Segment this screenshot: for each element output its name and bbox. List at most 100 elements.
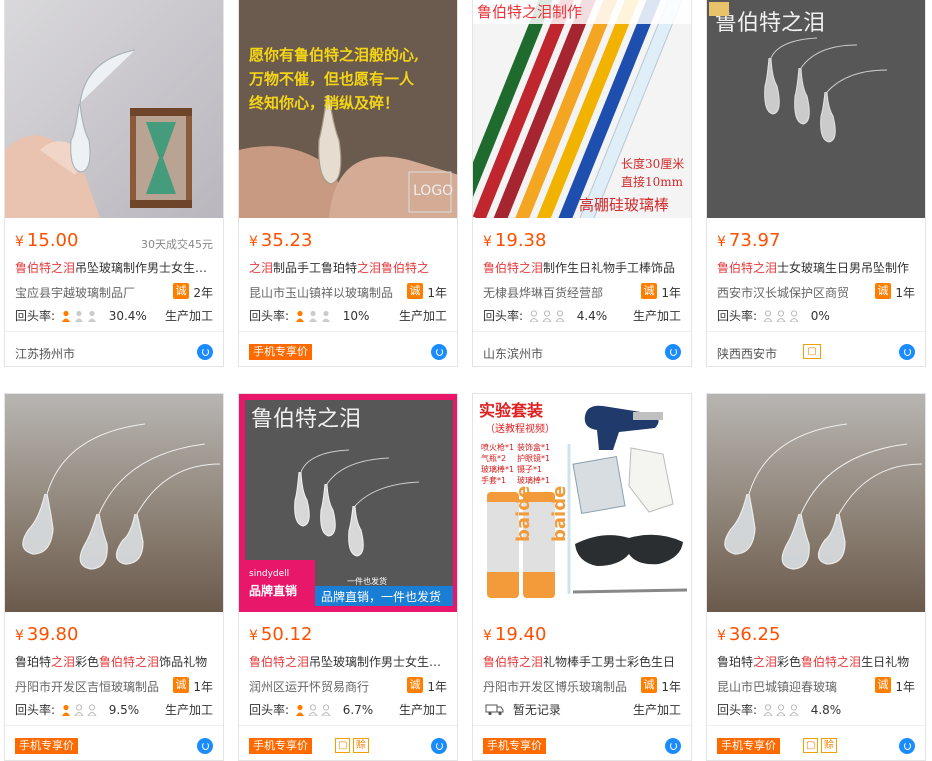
currency-symbol: ¥ xyxy=(483,628,492,644)
wangwang-chat-icon[interactable] xyxy=(197,344,213,360)
title-text: 士女玻璃生日男吊坠制作 xyxy=(777,261,910,275)
title-keyword: 鲁伯特之泪 xyxy=(99,655,160,669)
product-card[interactable]: 愿你有鲁伯特之泪般的心, 万物不催，但也愿有一人 终知你心，稍纵及碎！ LOGO… xyxy=(238,0,458,367)
repurchase-level-icon xyxy=(763,704,799,716)
image-subtitle: 高硼硅玻璃棒 xyxy=(579,196,669,214)
repurchase-level-icon xyxy=(295,704,331,716)
mobile-exclusive-badge: 手机专享价 xyxy=(15,738,78,754)
product-title[interactable]: 鲁伯特之泪礼物棒手工男士彩色生日 xyxy=(483,654,683,670)
image-title: 实验套装 xyxy=(479,401,543,420)
divider xyxy=(239,331,457,332)
logo-watermark: LOGO xyxy=(413,183,453,199)
service-type: 生产加工 xyxy=(632,703,681,717)
shield-badge-icon: ▢ xyxy=(335,738,351,753)
service-type: 生产加工 xyxy=(398,309,447,323)
product-image[interactable]: 鲁伯特之泪 sindydell 品牌直销 品牌直销，一件也发货 一件也发货 xyxy=(239,394,457,612)
title-text: 吊坠玻璃制作男士女生礼物 xyxy=(75,261,215,275)
image-subtitle: （送教程视频） xyxy=(485,422,555,435)
title-text: 吊坠玻璃制作男士女生礼物 xyxy=(309,655,449,669)
product-title[interactable]: 之泪制品手工鲁珀特之泪鲁伯特之 xyxy=(249,260,449,276)
product-title[interactable]: 鲁伯特之泪士女玻璃生日男吊坠制作 xyxy=(717,260,917,276)
rate-value: 4.4% xyxy=(576,309,608,323)
title-keyword: 鲁伯特之泪 xyxy=(483,261,544,275)
product-title[interactable]: 鲁伯特之泪吊坠玻璃制作男士女生礼物 xyxy=(15,260,215,276)
currency-symbol: ¥ xyxy=(15,234,24,250)
title-text: 礼物棒手工男士彩色生日 xyxy=(543,655,676,669)
rate-value: 4.8% xyxy=(810,703,842,717)
product-image[interactable] xyxy=(5,394,223,612)
kit-item: 装饰盒*1 xyxy=(517,442,550,452)
wangwang-chat-icon[interactable] xyxy=(665,344,681,360)
brand-slogan: 品牌直销，一件也发货 xyxy=(321,589,441,604)
divider xyxy=(5,725,223,726)
shop-name[interactable]: 丹阳市开发区博乐玻璃制品 xyxy=(483,678,643,695)
product-card[interactable]: 鲁伯特之泪 sindydell 品牌直销 品牌直销，一件也发货 一件也发货 ¥5… xyxy=(238,393,458,761)
title-text: 生日礼物 xyxy=(861,655,910,669)
product-card[interactable]: ¥39.80 鲁珀特之泪彩色鲁伯特之泪饰品礼物 丹阳市开发区吉恒玻璃制品 诚 1… xyxy=(4,393,224,761)
product-title[interactable]: 鲁伯特之泪制作生日礼物手工棒饰品 xyxy=(483,260,683,276)
chengxin-icon: 诚 xyxy=(173,677,189,693)
divider xyxy=(707,725,925,726)
currency-symbol: ¥ xyxy=(249,628,258,644)
wangwang-chat-icon[interactable] xyxy=(899,738,915,754)
member-years: 1年 xyxy=(895,286,915,300)
shield-badge-icon: ▢ xyxy=(803,738,819,753)
kit-item: 气瓶*2 xyxy=(481,453,506,463)
repurchase-rate: 回头率: 30.4% xyxy=(15,307,147,324)
product-card[interactable]: 实验套装 （送教程视频） 喷火枪*1 装饰盒*1 气瓶*2 护眼镜*1 玻璃棒*… xyxy=(472,393,692,761)
title-keyword: 鲁伯特之泪 xyxy=(801,655,862,669)
chengxin-icon: 诚 xyxy=(875,677,891,693)
product-image[interactable] xyxy=(5,0,223,218)
shop-name[interactable]: 润州区运开怀贸易商行 xyxy=(249,678,409,695)
chengxin-icon: 诚 xyxy=(641,677,657,693)
product-image[interactable]: 愿你有鲁伯特之泪般的心, 万物不催，但也愿有一人 终知你心，稍纵及碎！ LOGO xyxy=(239,0,457,218)
service-type: 生产加工 xyxy=(164,309,213,323)
shop-name[interactable]: 昆山市玉山镇祥以玻璃制品 xyxy=(249,284,409,301)
product-image[interactable]: 鲁伯特之泪 xyxy=(707,0,925,218)
shop-name[interactable]: 昆山市巴城镇迎春玻璃 xyxy=(717,678,877,695)
kit-item: 镊子*1 xyxy=(517,464,542,474)
shop-name[interactable]: 西安市汉长城保护区商贸 xyxy=(717,284,877,301)
rate-label: 回头率: xyxy=(249,309,290,323)
rate-label: 回头率: xyxy=(483,309,524,323)
wangwang-chat-icon[interactable] xyxy=(431,344,447,360)
product-image[interactable]: 鲁伯特之泪制作 长度30厘米 直接10mm 高硼硅玻璃棒 xyxy=(473,0,691,218)
member-years: 1年 xyxy=(427,286,447,300)
product-card[interactable]: 鲁伯特之泪 ¥73.97 鲁伯特之泪士女玻璃生日男吊坠制作 西安市汉长城保护区商… xyxy=(706,0,926,367)
product-card[interactable]: ¥15.00 30天成交45元 鲁伯特之泪吊坠玻璃制作男士女生礼物 宝应县宇越玻… xyxy=(4,0,224,367)
price: ¥19.38 xyxy=(483,230,546,253)
price: ¥15.00 xyxy=(15,230,78,253)
product-title[interactable]: 鲁珀特之泪彩色鲁伯特之泪生日礼物 xyxy=(717,654,917,670)
title-keyword: 鲁伯特之泪 xyxy=(249,655,310,669)
one-piece-label: 一件也发货 xyxy=(347,576,387,586)
product-image[interactable]: 实验套装 （送教程视频） 喷火枪*1 装饰盒*1 气瓶*2 护眼镜*1 玻璃棒*… xyxy=(473,394,691,612)
image-title: 鲁伯特之泪 xyxy=(715,11,825,36)
credit-badge: 赊 xyxy=(821,738,837,753)
divider xyxy=(473,331,691,332)
wangwang-chat-icon[interactable] xyxy=(197,738,213,754)
currency-symbol: ¥ xyxy=(717,234,726,250)
shop-name[interactable]: 无棣县烨琳百货经营部 xyxy=(483,284,643,301)
title-keyword: 鲁伯特之泪 xyxy=(15,261,76,275)
rate-label: 暂无记录 xyxy=(512,703,561,717)
currency-symbol: ¥ xyxy=(483,234,492,250)
wangwang-chat-icon[interactable] xyxy=(665,738,681,754)
image-text-line-3: 终知你心，稍纵及碎！ xyxy=(249,94,399,112)
product-card[interactable]: ¥36.25 鲁珀特之泪彩色鲁伯特之泪生日礼物 昆山市巴城镇迎春玻璃 诚 1年 … xyxy=(706,393,926,761)
repurchase-rate: 回头率: 6.7% xyxy=(249,701,373,718)
product-title[interactable]: 鲁伯特之泪吊坠玻璃制作男士女生礼物 xyxy=(249,654,449,670)
divider xyxy=(707,331,925,332)
service-type: 生产加工 xyxy=(632,309,681,323)
repurchase-rate: 回头率: 4.4% xyxy=(483,307,607,324)
divider xyxy=(5,331,223,332)
wangwang-chat-icon[interactable] xyxy=(431,738,447,754)
currency-symbol: ¥ xyxy=(249,234,258,250)
product-card[interactable]: 鲁伯特之泪制作 长度30厘米 直接10mm 高硼硅玻璃棒 ¥19.38 鲁伯特之… xyxy=(472,0,692,367)
product-image[interactable] xyxy=(707,394,925,612)
product-title[interactable]: 鲁珀特之泪彩色鲁伯特之泪饰品礼物 xyxy=(15,654,215,670)
wangwang-chat-icon[interactable] xyxy=(899,344,915,360)
shop-name[interactable]: 丹阳市开发区吉恒玻璃制品 xyxy=(15,678,175,695)
mobile-exclusive-badge: 手机专享价 xyxy=(717,738,780,754)
shop-name[interactable]: 宝应县宇越玻璃制品厂 xyxy=(15,284,175,301)
member-years: 1年 xyxy=(895,680,915,694)
